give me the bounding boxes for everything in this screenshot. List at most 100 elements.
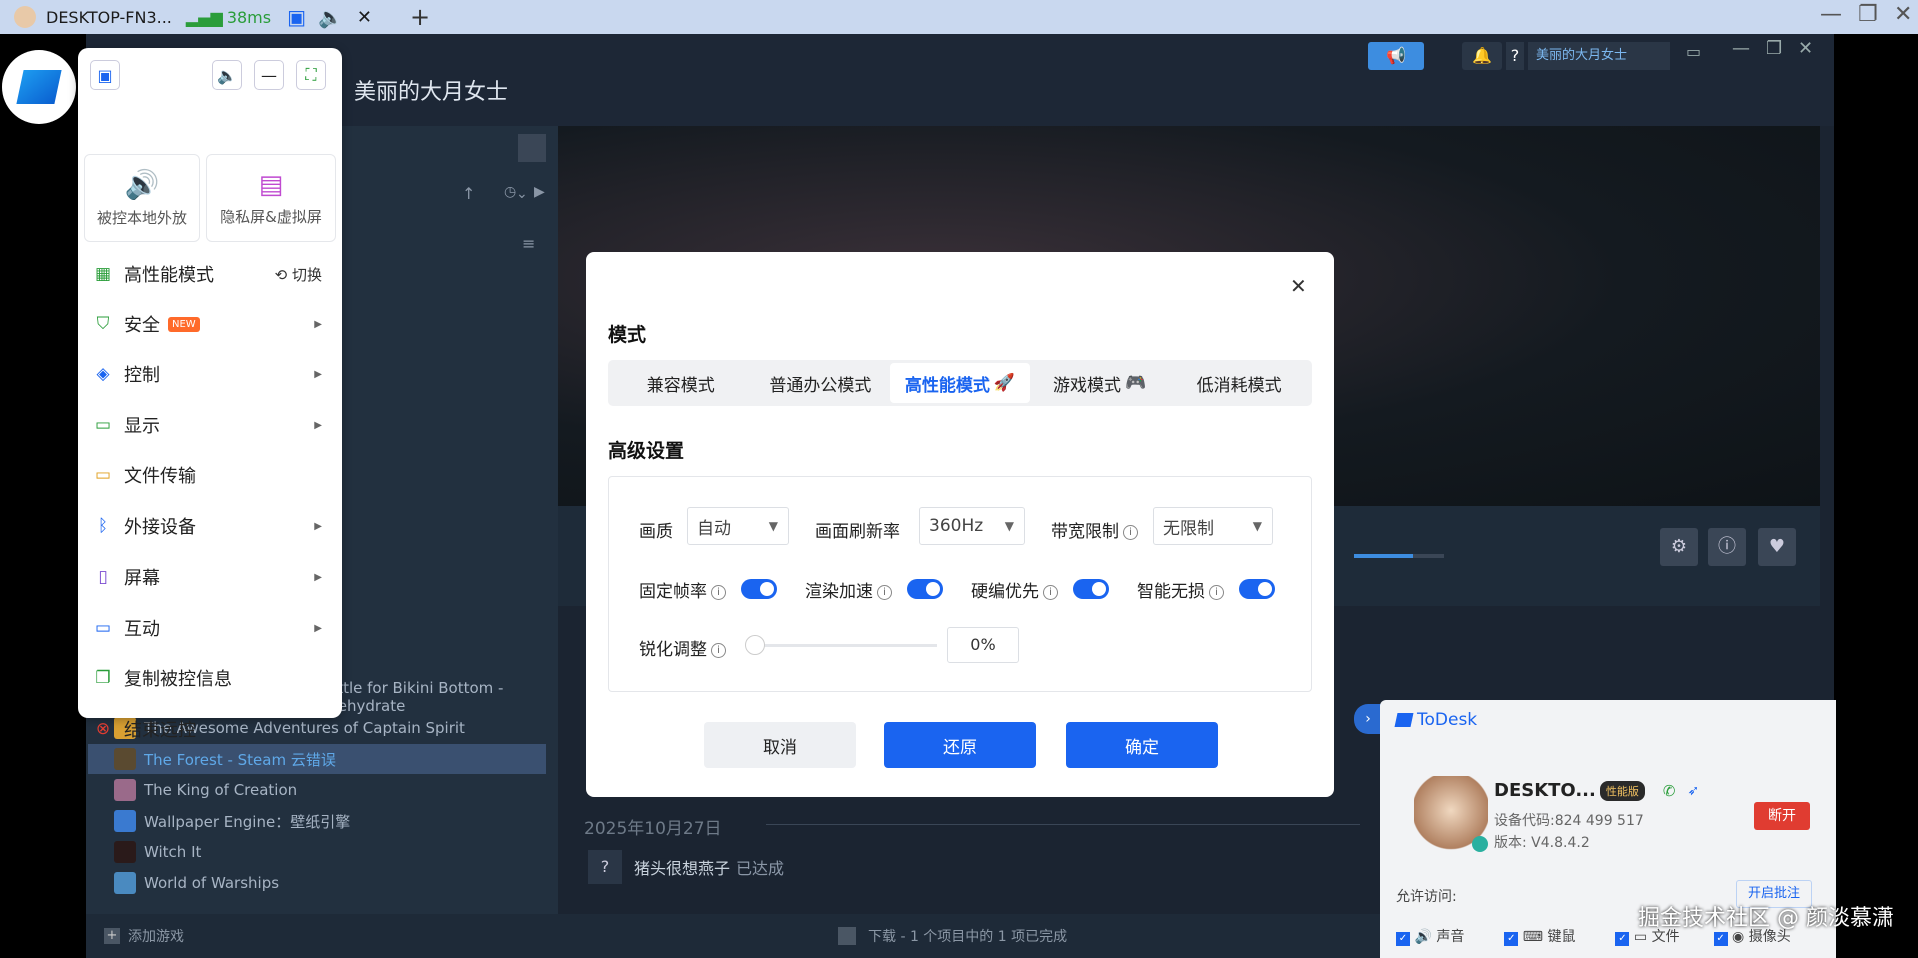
menu-item-control[interactable]: ◈ 控制 ▶: [92, 354, 332, 394]
help-icon[interactable]: ?: [1506, 42, 1524, 70]
monitor-icon[interactable]: ▭: [1686, 42, 1701, 61]
restore-button[interactable]: 还原: [884, 722, 1036, 768]
sharpen-slider-handle[interactable]: [745, 635, 765, 655]
game-list-item[interactable]: Witch It: [88, 837, 546, 867]
steam-close-icon[interactable]: ✕: [1798, 38, 1813, 59]
info-icon[interactable]: i: [711, 584, 726, 600]
fullscreen-button[interactable]: ⛶: [296, 60, 326, 90]
announce-button[interactable]: 📢: [1368, 42, 1424, 70]
info-icon[interactable]: i: [877, 584, 892, 600]
bell-icon[interactable]: 🔔: [1462, 42, 1502, 70]
lossless-label: 智能无损 i: [1137, 577, 1224, 602]
screen-switch-button[interactable]: ▣: [90, 60, 120, 90]
allow-access-label: 允许访问:: [1396, 889, 1457, 905]
todesk-logo[interactable]: [2, 50, 76, 124]
confirm-button[interactable]: 确定: [1066, 722, 1218, 768]
bandwidth-value: 无限制: [1163, 518, 1214, 539]
cursor-icon[interactable]: ➶: [1687, 783, 1699, 799]
sidebar-filter-row[interactable]: ⌄: [336, 176, 558, 212]
info-icon[interactable]: i: [1209, 584, 1224, 600]
info-icon[interactable]: i: [711, 642, 726, 658]
tab-game[interactable]: 游戏模式 🎮: [1030, 363, 1170, 403]
perm-sound-label: 声音: [1436, 929, 1465, 945]
clock-icon[interactable]: ◷: [504, 184, 516, 200]
steam-maximize-icon[interactable]: ❐: [1766, 38, 1782, 59]
speaker-icon[interactable]: 🔈: [318, 5, 343, 29]
perm-keyboard-label: 键鼠: [1547, 929, 1576, 945]
add-tab-button[interactable]: +: [410, 3, 430, 31]
avatar-icon: [14, 6, 36, 28]
activity-user[interactable]: 猪头很想燕子: [634, 855, 730, 879]
phone-icon[interactable]: ✆: [1663, 782, 1676, 800]
refresh-rate-label: 画面刷新率: [815, 522, 900, 542]
chevron-down-icon: ▼: [768, 519, 778, 533]
menu-item-file-transfer[interactable]: ▭ 文件传输: [92, 455, 332, 495]
sort-up-icon[interactable]: ↑: [462, 184, 475, 203]
menu-item-interaction[interactable]: ▭ 互动 ▶: [92, 608, 332, 648]
sharpen-value-input[interactable]: 0%: [947, 627, 1019, 663]
version-info: 版本: V4.8.4.2: [1494, 835, 1590, 851]
game-list-item[interactable]: The King of Creation: [88, 775, 546, 805]
minimize-menu-button[interactable]: —: [254, 60, 284, 90]
play-icon[interactable]: ▶: [534, 184, 545, 200]
menu-item-display[interactable]: ▭ 显示 ▶: [92, 405, 332, 445]
tab-office[interactable]: 普通办公模式: [751, 363, 891, 403]
privacy-screen-button[interactable]: ▤ 隐私屏&虚拟屏: [206, 154, 336, 242]
sharpen-slider-track[interactable]: [753, 644, 937, 647]
info-icon[interactable]: i: [1043, 584, 1058, 600]
switch-icon[interactable]: ⟲ 切换: [275, 264, 322, 285]
hw-encode-toggle[interactable]: [1073, 579, 1109, 599]
activity-status: 已达成: [736, 859, 785, 878]
tab-performance[interactable]: 高性能模式 🚀: [890, 363, 1030, 403]
user-menu[interactable]: 美丽的大月女士: [1528, 42, 1670, 70]
add-game-label: 添加游戏: [128, 929, 184, 945]
tab-compatible[interactable]: 兼容模式: [611, 363, 751, 403]
dialog-close-icon[interactable]: ✕: [1290, 274, 1307, 298]
expand-panel-button[interactable]: ›: [1354, 704, 1382, 734]
mode-heading: 模式: [608, 324, 647, 346]
disconnect-button[interactable]: 断开: [1754, 802, 1810, 830]
menu-item-label: 文件传输: [124, 466, 196, 487]
checkbox-icon: ✓: [1396, 932, 1410, 946]
info-icon[interactable]: i: [1123, 524, 1138, 540]
menu-item-performance-mode[interactable]: ▦ 高性能模式 ⟲ 切换: [92, 254, 332, 294]
refresh-rate-select[interactable]: 360Hz ▼: [919, 507, 1025, 545]
steam-minimize-icon[interactable]: —: [1732, 38, 1750, 59]
menu-item-label: 互动: [124, 619, 160, 640]
local-speaker-button[interactable]: 🔊 被控本地外放: [84, 154, 200, 242]
minimize-icon[interactable]: —: [1820, 2, 1842, 27]
cancel-button[interactable]: 取消: [704, 722, 856, 768]
filter-icon[interactable]: ≡: [522, 234, 535, 253]
checkbox-icon: ✓: [1615, 932, 1630, 946]
lossless-toggle[interactable]: [1239, 579, 1275, 599]
bandwidth-select[interactable]: 无限制 ▼: [1153, 507, 1273, 545]
menu-item-security[interactable]: ⛉ 安全 NEW ▶: [92, 304, 332, 344]
menu-item-copy-info[interactable]: ❐ 复制被控信息: [92, 658, 332, 698]
session-tab[interactable]: DESKTOP-FN3... ▂▄▆ 38ms ▣ 🔈 ✕: [14, 5, 372, 29]
menu-item-end-session[interactable]: ⊗ 结束远控: [92, 709, 332, 749]
favorite-heart-icon[interactable]: ♥: [1758, 528, 1796, 566]
menu-item-screen[interactable]: ▯ 屏幕 ▶: [92, 557, 332, 597]
perm-sound-checkbox[interactable]: ✓ 🔊 声音: [1396, 926, 1464, 946]
render-accel-toggle[interactable]: [907, 579, 943, 599]
info-icon[interactable]: ⓘ: [1708, 528, 1746, 566]
maximize-icon[interactable]: ❐: [1858, 2, 1878, 27]
volume-button[interactable]: 🔈: [212, 60, 242, 90]
add-game-button[interactable]: + 添加游戏: [104, 926, 184, 946]
activity-date: 2025年10月27日: [584, 819, 722, 839]
perm-keyboard-checkbox[interactable]: ✓ ⌨ 键鼠: [1504, 926, 1575, 946]
download-status[interactable]: 下载 - 1 个项目中的 1 项已完成: [838, 926, 1067, 946]
remote-control-icon[interactable]: ▣: [287, 5, 306, 29]
copy-icon: ❐: [95, 668, 111, 688]
quality-select[interactable]: 自动 ▼: [687, 507, 789, 545]
close-tab-button[interactable]: ✕: [357, 7, 372, 28]
grid-view-icon[interactable]: [518, 134, 546, 162]
fixed-fps-toggle[interactable]: [741, 579, 777, 599]
close-window-icon[interactable]: ✕: [1894, 2, 1912, 27]
settings-gear-icon[interactable]: ⚙: [1660, 528, 1698, 566]
tab-low-power[interactable]: 低消耗模式: [1169, 363, 1309, 403]
sharpen-text: 锐化调整: [639, 640, 707, 660]
game-list-item[interactable]: Wallpaper Engine：壁纸引擎: [88, 806, 546, 836]
game-list-item[interactable]: World of Warships: [88, 868, 546, 898]
menu-item-external-devices[interactable]: ᛒ 外接设备 ▶: [92, 506, 332, 546]
